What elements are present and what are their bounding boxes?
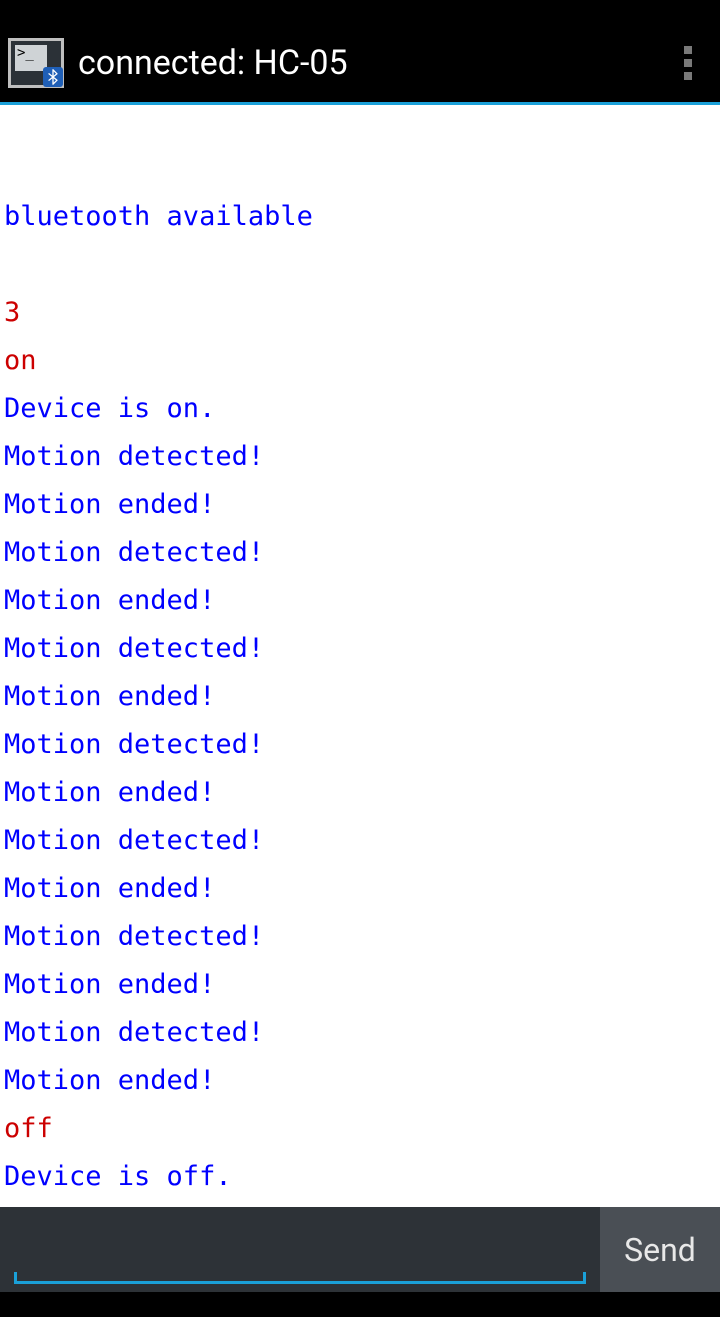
terminal-line: Motion ended! (4, 577, 716, 625)
overflow-menu-button[interactable] (664, 39, 712, 87)
terminal-line: Motion detected! (4, 1009, 716, 1057)
terminal-line: Motion detected! (4, 913, 716, 961)
input-underline-tick-icon (14, 1272, 17, 1284)
terminal-line: on (4, 337, 716, 385)
terminal-line: Motion ended! (4, 673, 716, 721)
android-navigation-bar (0, 1292, 720, 1317)
terminal-line: Motion detected! (4, 817, 716, 865)
terminal-line: Motion ended! (4, 769, 716, 817)
terminal-line: Motion ended! (4, 865, 716, 913)
app-title-bar: >_ connected: HC-05 (0, 24, 720, 102)
overflow-dot-icon (684, 46, 692, 54)
input-wrap (0, 1207, 600, 1292)
terminal-line: Device is on. (4, 385, 716, 433)
terminal-line: Device is off. (4, 1153, 716, 1201)
command-input[interactable] (14, 1224, 586, 1284)
input-underline-tick-icon (583, 1272, 586, 1284)
title-text: connected: HC-05 (78, 43, 664, 83)
bluetooth-icon (43, 67, 63, 87)
terminal-icon: >_ (15, 45, 47, 71)
terminal-line: Motion detected! (4, 433, 716, 481)
overflow-dot-icon (684, 59, 692, 67)
terminal-line (4, 145, 716, 193)
app-icon: >_ (8, 38, 64, 88)
terminal-line: Motion detected! (4, 529, 716, 577)
terminal-line: Motion ended! (4, 1057, 716, 1105)
terminal-line: Motion ended! (4, 961, 716, 1009)
send-button[interactable]: Send (600, 1207, 720, 1292)
input-bar: Send (0, 1207, 720, 1292)
terminal-line: Motion detected! (4, 625, 716, 673)
terminal-output[interactable]: bluetooth available 3onDevice is on.Moti… (0, 105, 720, 1207)
terminal-line: off (4, 1105, 716, 1153)
overflow-dot-icon (684, 72, 692, 80)
terminal-line (4, 105, 716, 145)
android-status-bar (0, 0, 720, 24)
terminal-line (4, 241, 716, 289)
terminal-line: 3 (4, 289, 716, 337)
terminal-line: Motion ended! (4, 481, 716, 529)
terminal-line: Motion detected! (4, 721, 716, 769)
terminal-line: bluetooth available (4, 193, 716, 241)
